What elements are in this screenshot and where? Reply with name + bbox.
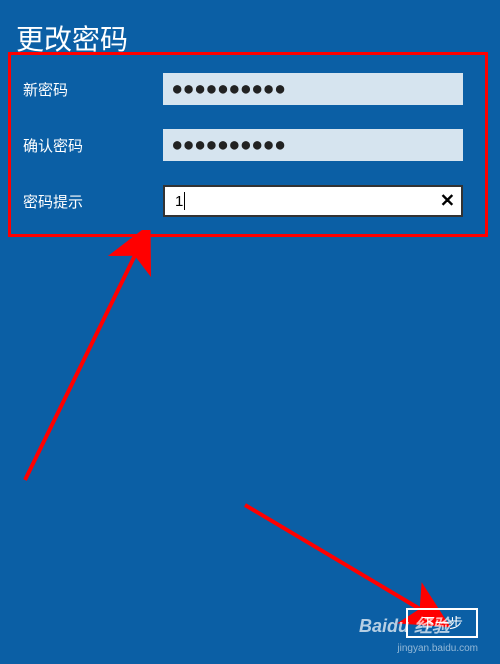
new-password-label: 新密码 [23,79,163,100]
next-button[interactable]: 下一步 [406,608,478,638]
confirm-password-row: 确认密码 ●●●●●●●●●● [23,129,473,161]
password-hint-input[interactable]: 1 ✕ [163,185,463,217]
watermark-url: jingyan.baidu.com [397,643,478,654]
password-mask: ●●●●●●●●●● [173,137,287,153]
hint-text: 1 [175,193,183,210]
text-cursor [184,192,185,210]
confirm-password-label: 确认密码 [23,135,163,156]
password-hint-row: 密码提示 1 ✕ [23,185,473,217]
password-form-highlight: 新密码 ●●●●●●●●●● 确认密码 ●●●●●●●●●● 密码提示 1 ✕ [8,52,488,237]
annotation-arrow-icon [10,230,170,490]
password-hint-label: 密码提示 [23,191,163,212]
new-password-row: 新密码 ●●●●●●●●●● [23,73,473,105]
password-mask: ●●●●●●●●●● [173,81,287,97]
confirm-password-input[interactable]: ●●●●●●●●●● [163,129,463,161]
new-password-input[interactable]: ●●●●●●●●●● [163,73,463,105]
page-title: 更改密码 [0,0,500,58]
clear-icon[interactable]: ✕ [440,191,455,212]
